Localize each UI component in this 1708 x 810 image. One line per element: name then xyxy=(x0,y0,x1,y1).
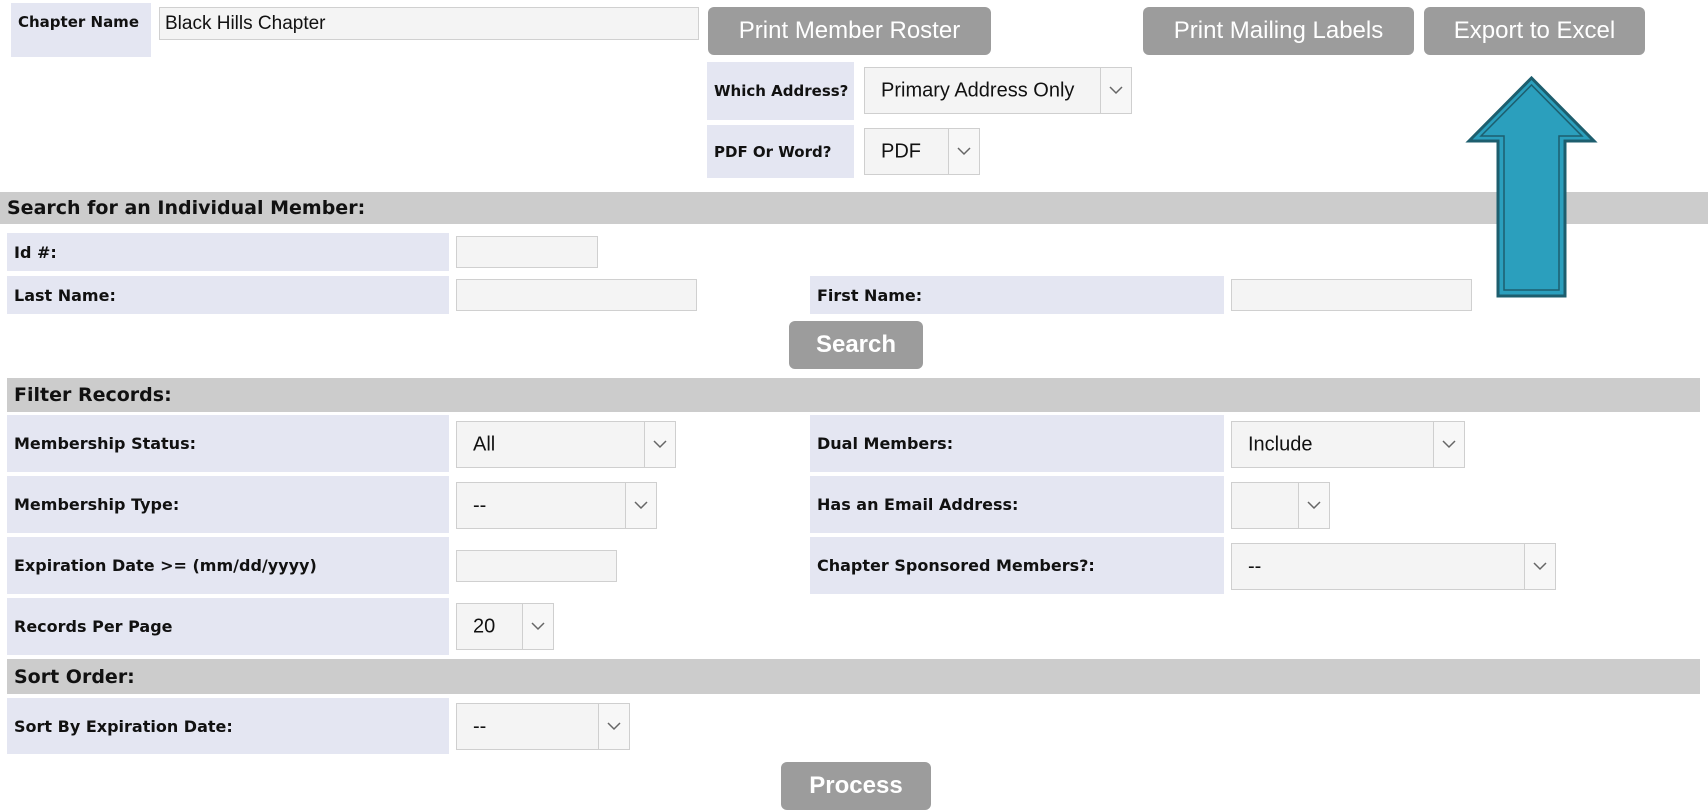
chevron-down-icon xyxy=(1298,483,1329,528)
chevron-down-icon xyxy=(948,129,979,174)
sort-section-heading: Sort Order: xyxy=(7,659,1700,694)
chapter-sponsored-select[interactable]: -- xyxy=(1231,543,1556,590)
last-name-label: Last Name: xyxy=(7,276,449,314)
dual-members-label: Dual Members: xyxy=(810,415,1224,472)
pdf-or-word-label: PDF Or Word? xyxy=(707,125,854,178)
print-mailing-labels-button[interactable]: Print Mailing Labels xyxy=(1143,7,1414,55)
which-address-label: Which Address? xyxy=(707,62,854,120)
records-per-page-value: 20 xyxy=(473,615,496,637)
which-address-select[interactable]: Primary Address Only xyxy=(864,67,1132,114)
sort-expiration-value: -- xyxy=(473,715,487,737)
dual-members-select[interactable]: Include xyxy=(1231,421,1465,468)
chapter-name-label: Chapter Name xyxy=(11,3,151,57)
membership-status-value: All xyxy=(473,433,496,455)
has-email-label: Has an Email Address: xyxy=(810,476,1224,533)
chevron-down-icon xyxy=(598,704,629,749)
sort-expiration-select[interactable]: -- xyxy=(456,703,630,750)
id-input[interactable] xyxy=(456,236,598,268)
records-per-page-label: Records Per Page xyxy=(7,598,449,655)
export-to-excel-button[interactable]: Export to Excel xyxy=(1424,7,1645,55)
print-member-roster-button[interactable]: Print Member Roster xyxy=(708,7,991,55)
pdf-or-word-select[interactable]: PDF xyxy=(864,128,980,175)
records-per-page-select[interactable]: 20 xyxy=(456,603,554,650)
chevron-down-icon xyxy=(1524,544,1555,589)
expiration-date-input[interactable] xyxy=(456,550,617,582)
sort-expiration-label: Sort By Expiration Date: xyxy=(7,698,449,754)
chevron-down-icon xyxy=(522,604,553,649)
membership-status-label: Membership Status: xyxy=(7,415,449,472)
chevron-down-icon xyxy=(1100,68,1131,113)
id-label: Id #: xyxy=(7,233,449,271)
last-name-input[interactable] xyxy=(456,279,697,311)
membership-status-select[interactable]: All xyxy=(456,421,676,468)
which-address-value: Primary Address Only xyxy=(881,79,1075,101)
search-section-heading: Search for an Individual Member: xyxy=(0,192,1708,224)
membership-type-label: Membership Type: xyxy=(7,476,449,533)
filter-section-heading: Filter Records: xyxy=(7,378,1700,412)
chevron-down-icon xyxy=(625,483,656,528)
search-button[interactable]: Search xyxy=(789,321,923,369)
chapter-sponsored-label: Chapter Sponsored Members?: xyxy=(810,537,1224,594)
membership-type-value: -- xyxy=(473,494,487,516)
chevron-down-icon xyxy=(644,422,675,467)
has-email-select[interactable] xyxy=(1231,482,1330,529)
first-name-input[interactable] xyxy=(1231,279,1472,311)
up-arrow-icon xyxy=(1465,75,1598,298)
expiration-date-label: Expiration Date >= (mm/dd/yyyy) xyxy=(7,537,449,594)
chevron-down-icon xyxy=(1433,422,1464,467)
chapter-name-field[interactable]: Black Hills Chapter xyxy=(159,7,699,40)
dual-members-value: Include xyxy=(1248,433,1313,455)
membership-type-select[interactable]: -- xyxy=(456,482,657,529)
first-name-label: First Name: xyxy=(810,276,1224,314)
pdf-or-word-value: PDF xyxy=(881,140,921,162)
chapter-sponsored-value: -- xyxy=(1248,555,1262,577)
